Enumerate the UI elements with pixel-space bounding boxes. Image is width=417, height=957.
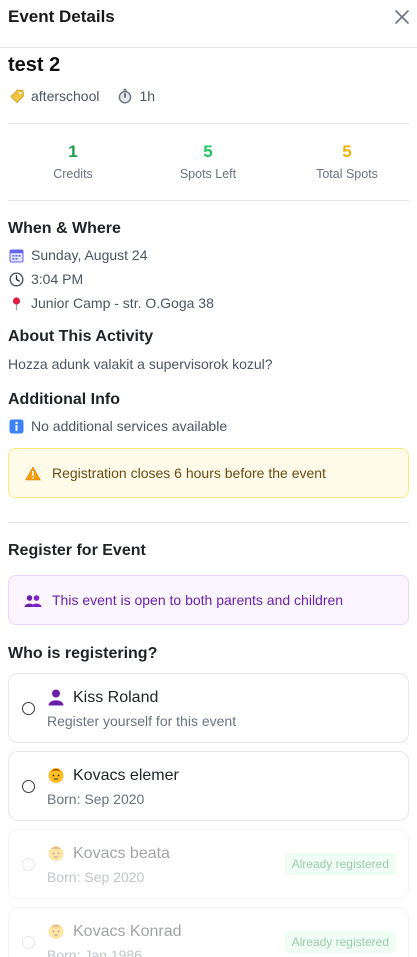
event-meta: afterschool 1h — [9, 88, 155, 104]
registrant-radio[interactable] — [22, 780, 35, 793]
clock-icon — [9, 271, 24, 287]
close-icon[interactable] — [393, 8, 411, 26]
registrant-subtitle: Born: Sep 2020 — [47, 869, 145, 885]
stats-row: 1 Credits 5 Spots Left 5 Total Spots — [8, 140, 409, 188]
dialog-title: Event Details — [8, 7, 115, 26]
registration-deadline-text: Registration closes 6 hours before the e… — [52, 465, 326, 481]
divider — [8, 123, 409, 124]
audience-notice: This event is open to both parents and c… — [8, 575, 409, 625]
registrant-radio — [22, 936, 35, 949]
event-location-row: Junior Camp - str. O.Goga 38 — [9, 295, 214, 311]
registrant-option[interactable]: Kiss Roland Register yourself for this e… — [8, 673, 409, 743]
registration-deadline-notice: Registration closes 6 hours before the e… — [8, 448, 409, 498]
registrant-name: Kovacs beata — [73, 845, 170, 862]
pin-icon — [12, 296, 21, 310]
event-location: Junior Camp - str. O.Goga 38 — [31, 295, 214, 311]
stat-credits-label: Credits — [53, 167, 93, 181]
calendar-icon — [9, 249, 24, 262]
people-icon — [24, 595, 42, 607]
registrant-name: Kiss Roland — [73, 689, 159, 706]
tag-icon — [10, 89, 24, 104]
person-icon — [48, 689, 64, 706]
about-heading: About This Activity — [8, 328, 154, 345]
audience-notice-text: This event is open to both parents and c… — [52, 592, 344, 608]
event-category: afterschool — [31, 88, 100, 104]
event-date: Sunday, August 24 — [31, 247, 148, 263]
registrant-radio[interactable] — [22, 702, 35, 715]
divider — [8, 200, 409, 201]
already-registered-badge: Already registered — [284, 853, 396, 875]
baby-icon — [48, 924, 64, 939]
who-registering-heading: Who is registering? — [8, 645, 158, 662]
registrant-option: Kovacs Konrad Born: Jan 1986 Already reg… — [8, 907, 409, 957]
about-text: Hozza adunk valakit a supervisorok kozul… — [8, 356, 273, 372]
divider — [8, 522, 409, 523]
registrant-subtitle: Born: Jan 1986 — [47, 947, 142, 957]
registrant-name: Kovacs elemer — [73, 767, 179, 784]
stat-spots-left-value: 5 — [203, 142, 213, 161]
registrant-subtitle: Register yourself for this event — [47, 713, 237, 729]
dialog-header: Event Details — [0, 0, 417, 48]
warning-icon — [25, 466, 41, 481]
registrant-option: Kovacs beata Born: Sep 2020 Already regi… — [8, 829, 409, 899]
register-heading: Register for Event — [8, 542, 146, 559]
stat-credits: 1 Credits — [8, 140, 138, 184]
event-duration: 1h — [139, 88, 156, 104]
registrant-name: Kovacs Konrad — [73, 923, 182, 940]
additional-info-heading: Additional Info — [8, 391, 120, 408]
additional-info-text: No additional services available — [31, 418, 228, 434]
already-registered-badge: Already registered — [284, 931, 396, 953]
stat-spots-left: 5 Spots Left — [143, 140, 273, 184]
stopwatch-icon — [119, 88, 132, 104]
when-where-heading: When & Where — [8, 220, 121, 237]
stat-total-spots: 5 Total Spots — [282, 140, 412, 184]
registrant-subtitle: Born: Sep 2020 — [47, 791, 145, 807]
baby-icon — [48, 768, 64, 783]
baby-icon — [48, 846, 64, 861]
event-time: 3:04 PM — [31, 271, 84, 287]
event-date-row: Sunday, August 24 — [9, 247, 148, 263]
stat-total-spots-label: Total Spots — [316, 167, 378, 181]
stat-credits-value: 1 — [68, 142, 78, 161]
additional-info-row: No additional services available — [9, 418, 227, 434]
event-time-row: 3:04 PM — [9, 271, 83, 287]
stat-total-spots-value: 5 — [342, 142, 352, 161]
registrant-option[interactable]: Kovacs elemer Born: Sep 2020 — [8, 751, 409, 821]
info-icon — [9, 419, 24, 433]
registrant-radio — [22, 858, 35, 871]
event-title: test 2 — [8, 54, 61, 76]
stat-spots-left-label: Spots Left — [179, 167, 237, 181]
